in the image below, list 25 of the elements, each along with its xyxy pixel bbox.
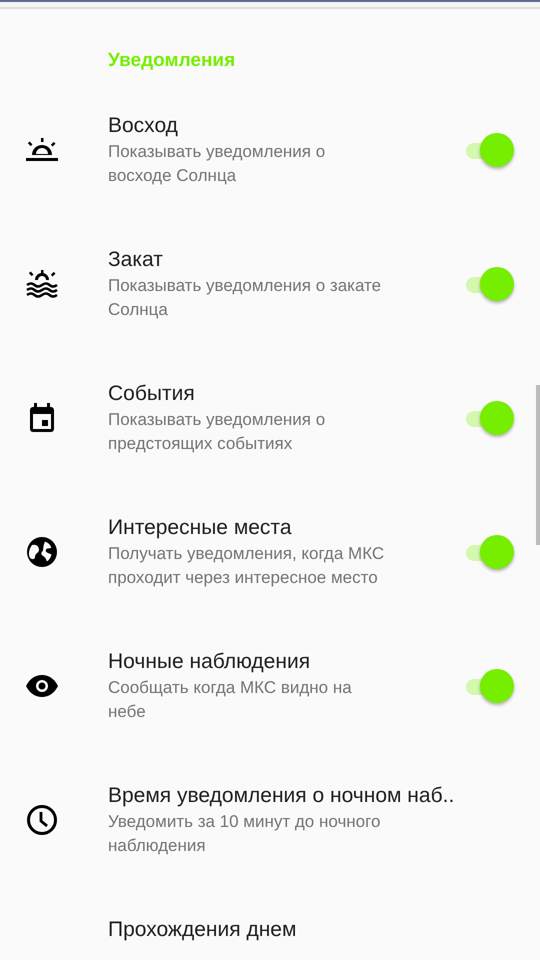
setting-description: Сообщать когда МКС видно на небе: [108, 677, 353, 723]
clock-icon: [26, 804, 58, 836]
setting-description: Показывать уведомления о восходе Солнца: [108, 141, 326, 187]
setting-title[interactable]: Ночные наблюдения: [108, 648, 466, 676]
section-header: Уведомления: [108, 50, 236, 71]
setting-title[interactable]: Закат: [108, 246, 466, 274]
setting-description: Показывать уведомления о предстоящих событиях: [108, 409, 326, 455]
calendar-icon: [28, 403, 56, 433]
globe-icon: [26, 536, 58, 568]
setting-title[interactable]: Время уведомления о ночном наб..: [108, 782, 540, 810]
toggle-switch[interactable]: [466, 133, 512, 167]
toggle-switch[interactable]: [466, 535, 512, 569]
setting-title[interactable]: События: [108, 380, 466, 408]
sunrise-icon: [26, 138, 58, 162]
setting-title[interactable]: Интересные места: [108, 514, 466, 542]
setting-description: Получать уведомления, когда МКС проходит через интересное место: [108, 543, 386, 589]
setting-description: Уведомить за 10 минут до ночного наблюдения: [108, 811, 382, 857]
setting-title[interactable]: Восход: [108, 112, 466, 140]
toggle-switch[interactable]: [466, 669, 512, 703]
toggle-switch[interactable]: [466, 401, 512, 435]
setting-title[interactable]: Прохождения днем: [108, 916, 540, 944]
setting-description: Показывать уведомления о закате Солнца: [108, 275, 382, 321]
eye-icon: [25, 675, 59, 697]
toggle-switch[interactable]: [466, 267, 512, 301]
sunset-icon: [26, 270, 58, 298]
